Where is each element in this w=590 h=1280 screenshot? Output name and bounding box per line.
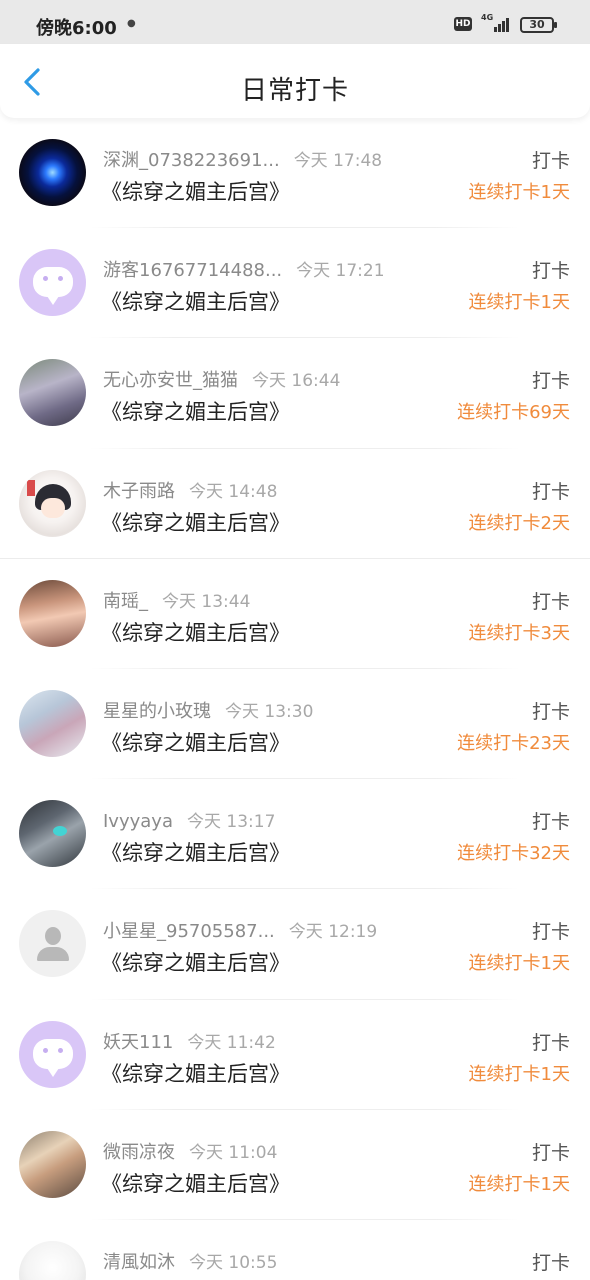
avatar[interactable]: [19, 139, 86, 206]
user-meta: 南瑶_ 今天 13:44: [103, 587, 250, 613]
status-bar: 傍晚6:00 ● HD 4G 30: [0, 0, 590, 44]
list-item[interactable]: 深渊_0738223691... 今天 17:48 《综穿之媚主后宫》 打卡 连续…: [0, 118, 590, 229]
checkin-label: 打卡: [531, 700, 570, 723]
user-meta: Ivyyaya 今天 13:17: [103, 807, 275, 832]
checkin-time: 今天 13:17: [186, 812, 276, 833]
book-title[interactable]: 《综穿之媚主后宫》: [101, 1058, 290, 1088]
streak-badge: 连续打卡69天: [457, 402, 570, 424]
checkin-time: 今天 12:19: [288, 922, 378, 943]
checkin-time: 今天 11:04: [189, 1142, 278, 1163]
streak-badge: 连续打卡23天: [457, 732, 570, 754]
list-item[interactable]: 小星星_95705587... 今天 12:19 《综穿之媚主后宫》 打卡 连续打…: [0, 889, 590, 1000]
user-name[interactable]: 木子雨路: [103, 481, 175, 502]
checkin-time: 今天 16:44: [252, 371, 341, 392]
checkin-label: 打卡: [531, 480, 570, 503]
checkin-time: 今天 14:48: [189, 481, 278, 502]
book-title[interactable]: 《综穿之媚主后宫》: [101, 947, 290, 977]
checkin-time: 今天 10:55: [189, 1252, 278, 1273]
book-title[interactable]: 《综穿之媚主后宫》: [101, 617, 290, 647]
user-meta: 游客16767714488... 今天 17:21: [103, 256, 385, 282]
user-meta: 微雨凉夜 今天 11:04: [103, 1138, 277, 1164]
checkin-label: 打卡: [531, 260, 570, 283]
nav-header: 日常打卡: [0, 44, 590, 118]
user-meta: 清風如沐 今天 10:55: [103, 1248, 277, 1274]
user-name[interactable]: 清風如沐: [103, 1252, 175, 1273]
avatar[interactable]: [19, 689, 86, 757]
hd-icon: HD: [454, 17, 472, 31]
checkin-label: 打卡: [531, 370, 570, 393]
streak-badge: 连续打卡1天: [468, 953, 570, 975]
user-name[interactable]: 微雨凉夜: [103, 1142, 175, 1163]
list-item[interactable]: 南瑶_ 今天 13:44 《综穿之媚主后宫》 打卡 连续打卡3天: [0, 559, 590, 669]
book-title[interactable]: 《综穿之媚主后宫》: [101, 286, 290, 316]
book-title[interactable]: 《综穿之媚主后宫》: [101, 396, 290, 426]
list-item[interactable]: 妖天111 今天 11:42 《综穿之媚主后宫》 打卡 连续打卡1天: [0, 1000, 590, 1110]
user-name[interactable]: 游客16767714488...: [103, 260, 282, 281]
page-title: 日常打卡: [240, 76, 349, 106]
checkin-label: 打卡: [531, 811, 570, 834]
user-name[interactable]: 小星星_95705587...: [103, 921, 275, 942]
user-meta: 木子雨路 今天 14:48: [103, 477, 277, 503]
list-item[interactable]: 游客16767714488... 今天 17:21 《综穿之媚主后宫》 打卡 连续…: [0, 228, 590, 339]
book-title[interactable]: 《综穿之媚主后宫》: [101, 837, 290, 867]
user-meta: 深渊_0738223691... 今天 17:48: [103, 146, 382, 172]
signal-icon: [490, 16, 512, 32]
checkin-label: 打卡: [531, 1031, 570, 1054]
user-name[interactable]: Ivyyaya: [103, 811, 173, 832]
streak-badge: 连续打卡1天: [468, 292, 570, 314]
streak-badge: 连续打卡32天: [457, 843, 570, 865]
user-name[interactable]: 深渊_0738223691...: [103, 150, 280, 171]
streak-badge: 连续打卡1天: [468, 182, 570, 203]
avatar[interactable]: [19, 469, 86, 537]
user-name[interactable]: 星星的小玫瑰: [103, 701, 211, 722]
chat-bubble-icon: [33, 1038, 73, 1077]
notification-icon: ●: [127, 18, 136, 29]
book-title[interactable]: 《综穿之媚主后宫》: [101, 1168, 290, 1198]
avatar[interactable]: [19, 1240, 86, 1280]
checkin-label: 打卡: [531, 1141, 570, 1164]
list-item[interactable]: 清風如沐 今天 10:55 打卡: [0, 1220, 590, 1280]
user-icon: [45, 927, 61, 946]
avatar[interactable]: [19, 1130, 86, 1198]
status-time: 傍晚6:00: [36, 18, 117, 39]
list-item[interactable]: 微雨凉夜 今天 11:04 《综穿之媚主后宫》 打卡 连续打卡1天: [0, 1110, 590, 1220]
list-item[interactable]: 星星的小玫瑰 今天 13:30 《综穿之媚主后宫》 打卡 连续打卡23天: [0, 669, 590, 780]
checkin-list: 深渊_0738223691... 今天 17:48 《综穿之媚主后宫》 打卡 连续…: [0, 118, 590, 1280]
list-item[interactable]: 木子雨路 今天 14:48 《综穿之媚主后宫》 打卡 连续打卡2天: [0, 449, 590, 559]
book-title[interactable]: 《综穿之媚主后宫》: [101, 176, 290, 206]
checkin-label: 打卡: [531, 1251, 570, 1274]
user-name[interactable]: 无心亦安世_猫猫: [103, 370, 238, 391]
avatar[interactable]: [19, 579, 86, 647]
book-title[interactable]: 《综穿之媚主后宫》: [101, 727, 290, 757]
avatar[interactable]: [19, 1020, 86, 1088]
streak-badge: 连续打卡2天: [468, 512, 570, 534]
user-name[interactable]: 妖天111: [103, 1032, 173, 1053]
checkin-time: 今天 13:44: [162, 591, 251, 612]
streak-badge: 连续打卡3天: [468, 622, 570, 644]
user-name[interactable]: 南瑶_: [103, 591, 148, 612]
checkin-time: 今天 17:48: [293, 151, 383, 171]
user-meta: 无心亦安世_猫猫 今天 16:44: [103, 366, 340, 392]
streak-badge: 连续打卡1天: [468, 1063, 570, 1085]
list-item[interactable]: 无心亦安世_猫猫 今天 16:44 《综穿之媚主后宫》 打卡 连续打卡69天: [0, 338, 590, 449]
user-meta: 妖天111 今天 11:42: [103, 1028, 276, 1054]
battery-level: 30: [529, 18, 545, 31]
checkin-time: 今天 17:21: [296, 261, 385, 282]
avatar[interactable]: [19, 910, 86, 978]
checkin-label: 打卡: [531, 150, 570, 172]
user-meta: 小星星_95705587... 今天 12:19: [103, 917, 377, 943]
checkin-label: 打卡: [531, 590, 570, 613]
checkin-time: 今天 13:30: [225, 701, 314, 722]
battery-icon: 30: [520, 17, 557, 33]
avatar[interactable]: [19, 359, 86, 427]
chat-bubble-icon: [33, 267, 73, 306]
avatar[interactable]: [19, 800, 86, 868]
checkin-label: 打卡: [531, 921, 570, 944]
checkin-time: 今天 11:42: [187, 1032, 276, 1053]
user-meta: 星星的小玫瑰 今天 13:30: [103, 697, 313, 723]
avatar[interactable]: [19, 249, 86, 317]
streak-badge: 连续打卡1天: [468, 1173, 570, 1195]
book-title[interactable]: 《综穿之媚主后宫》: [101, 507, 290, 537]
list-item[interactable]: Ivyyaya 今天 13:17 《综穿之媚主后宫》 打卡 连续打卡32天: [0, 779, 590, 890]
